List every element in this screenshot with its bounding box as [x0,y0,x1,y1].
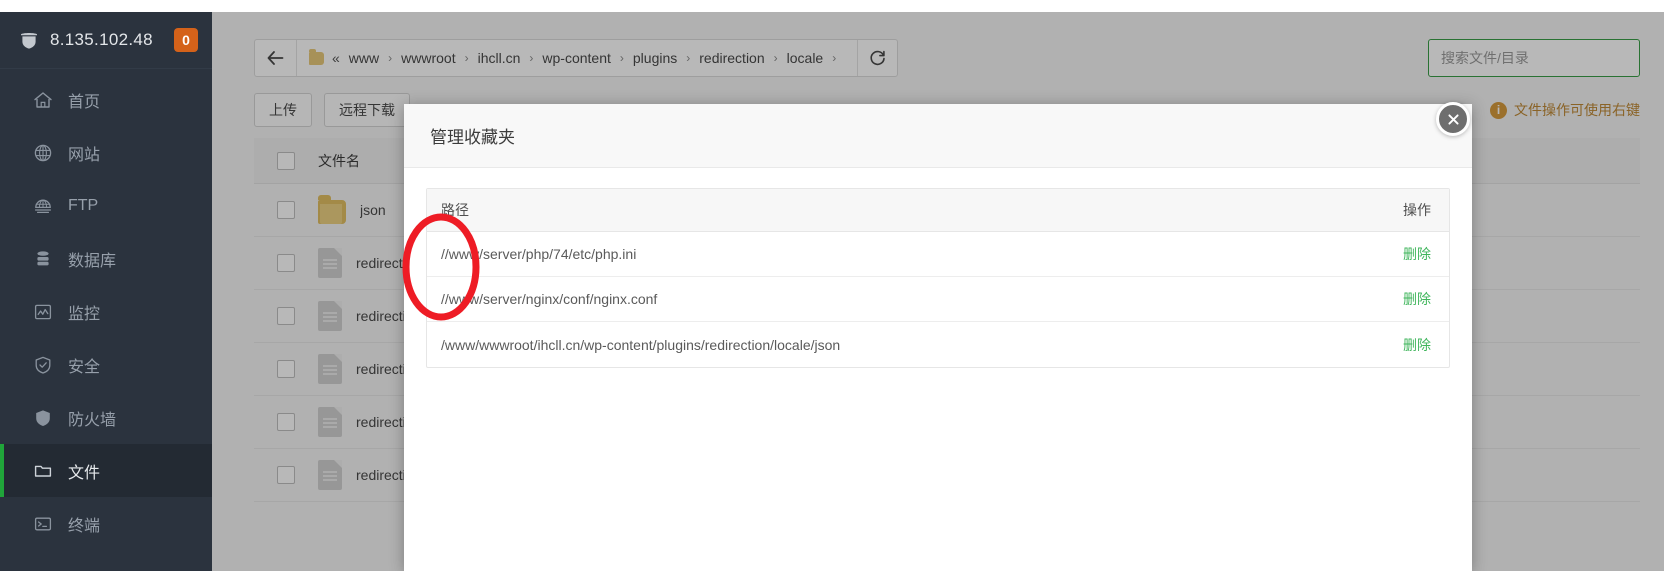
favorite-action-cell: 删除 [1329,289,1449,309]
server-ip: 8.135.102.48 [50,30,153,49]
favorites-table: 路径 操作 //www/server/php/74/etc/php.ini 删除… [426,188,1450,368]
sidebar-item-label: 终端 [68,517,101,535]
shield-icon [32,407,54,429]
folder-icon [32,460,54,482]
sidebar-item-label: 防火墙 [68,411,117,429]
browser-top-strip [0,0,1664,12]
home-icon [32,89,54,111]
screen: « www › wwwroot › ihcll.cn › wp-content … [0,0,1664,571]
sidebar-item-label: 安全 [68,358,101,376]
globe-icon [32,142,54,164]
favorite-path[interactable]: //www/server/php/74/etc/php.ini [427,246,1329,262]
bt-shield-icon [18,29,40,51]
sidebar-header: 8.135.102.48 0 [0,12,212,69]
sidebar-item-terminal[interactable]: 终端 [0,497,212,550]
delete-button[interactable]: 删除 [1403,337,1431,353]
column-header-path: 路径 [441,202,469,218]
delete-button[interactable]: 删除 [1403,291,1431,307]
sidebar-item-label: FTP [68,196,99,214]
sidebar: 8.135.102.48 0 首页 网站 FTP 数据库 监控 安全 防火墙 文… [0,12,212,571]
sidebar-item-label: 网站 [68,146,101,164]
sidebar-item-label: 监控 [68,305,101,323]
sidebar-nav: 首页 网站 FTP 数据库 监控 安全 防火墙 文件 终端 [0,69,212,550]
favorites-table-header: 路径 操作 [427,189,1449,232]
favorite-path[interactable]: //www/server/nginx/conf/nginx.conf [427,291,1329,307]
modal-title: 管理收藏夹 [430,128,515,147]
table-row[interactable]: //www/server/php/74/etc/php.ini 删除 [427,232,1449,277]
database-icon [32,248,54,270]
terminal-icon [32,513,54,535]
sidebar-item-security[interactable]: 安全 [0,338,212,391]
shield-check-icon [32,354,54,376]
modal-header: 管理收藏夹 [404,104,1472,168]
notification-badge[interactable]: 0 [174,28,198,52]
monitor-icon [32,301,54,323]
favorite-action-cell: 删除 [1329,335,1449,355]
modal-body: 路径 操作 //www/server/php/74/etc/php.ini 删除… [404,168,1472,368]
manage-favorites-modal: 管理收藏夹 路径 操作 //www/server/php/74/etc/php.… [404,102,1472,571]
sidebar-item-database[interactable]: 数据库 [0,232,212,285]
sidebar-item-label: 数据库 [68,252,117,270]
delete-button[interactable]: 删除 [1403,246,1431,262]
sidebar-item-home[interactable]: 首页 [0,73,212,126]
favorite-path[interactable]: /www/wwwroot/ihcll.cn/wp-content/plugins… [427,337,1329,353]
sidebar-item-label: 首页 [68,93,101,111]
sidebar-item-files[interactable]: 文件 [0,444,212,497]
favorite-action-cell: 删除 [1329,244,1449,264]
sidebar-item-firewall[interactable]: 防火墙 [0,391,212,444]
close-icon[interactable] [1436,102,1470,136]
sidebar-item-ftp[interactable]: FTP [0,179,212,232]
sidebar-item-label: 文件 [68,464,101,482]
sidebar-item-website[interactable]: 网站 [0,126,212,179]
sidebar-item-monitor[interactable]: 监控 [0,285,212,338]
ftp-icon [32,195,54,217]
column-header-action: 操作 [1403,202,1431,218]
table-row[interactable]: /www/wwwroot/ihcll.cn/wp-content/plugins… [427,322,1449,367]
table-row[interactable]: //www/server/nginx/conf/nginx.conf 删除 [427,277,1449,322]
